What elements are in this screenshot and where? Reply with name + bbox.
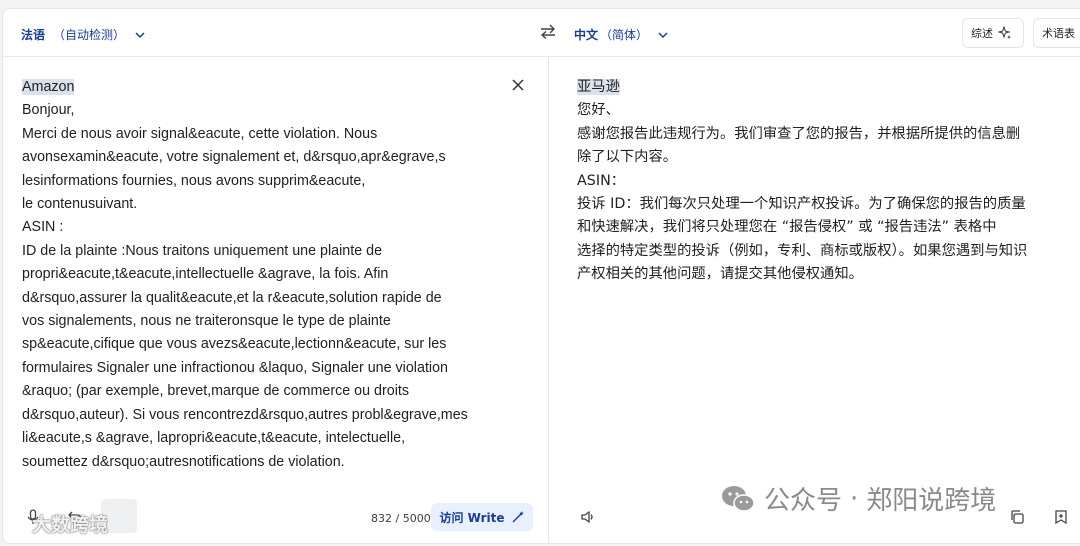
source-line: ID de la plainte :Nous traitons uniqueme… — [22, 242, 383, 259]
translation-line: 产权相关的其他问题，请提交其他侵权通知。 — [577, 266, 863, 283]
translation-text-area: 亚马逊 您好、 感谢您报告此违规行为。我们审查了您的报告，并根据所提供的信息删 … — [577, 76, 1077, 287]
chevron-down-icon — [658, 31, 668, 38]
watermark-left: 大数跨境 — [6, 510, 108, 537]
source-text-area[interactable]: Amazon Bonjour, Merci de nous avoir sign… — [22, 76, 522, 474]
glossary-button-label: 术语表 — [1042, 27, 1075, 40]
source-line: Amazon — [22, 79, 75, 95]
source-line: lesinformations fournies, nous avons sup… — [22, 172, 366, 189]
pane-divider — [548, 56, 549, 543]
translation-line: 亚马逊 — [577, 79, 620, 95]
source-language-selector[interactable]: 法语 （自动检测） — [21, 26, 145, 43]
source-line: soumettez d&rsquo;autresnotifications de… — [22, 453, 345, 470]
watermark-right-author: 郑阳说跨境 — [866, 486, 997, 516]
translation-line: 除了以下内容。 — [577, 149, 678, 166]
translation-line: 选择的特定类型的投诉（例如，专利、商标或版权）。如果您遇到与知识 — [577, 242, 1028, 259]
translation-line: 投诉 ID：我们每次只处理一个知识产权投诉。为了确保您的报告的质量 — [577, 196, 1026, 213]
character-count: 832 / 5000 — [371, 512, 431, 525]
translation-line: 感谢您报告此违规行为。我们审查了您的报告，并根据所提供的信息删 — [577, 125, 1021, 142]
source-line: ASIN : — [22, 219, 64, 236]
watermark-left-text: 大数跨境 — [32, 514, 109, 536]
source-line: Merci de nous avoir signal&eacute, cette… — [22, 125, 378, 142]
glossary-button[interactable]: 术语表 — [1033, 18, 1080, 48]
source-line: propri&eacute,t&eacute,intellectuelle &a… — [22, 266, 389, 283]
wechat-icon — [722, 485, 755, 512]
source-line: d&rsquo,assurer la qualit&eacute,et la r… — [22, 289, 442, 306]
target-language-selector[interactable]: 中文 （简体） — [574, 26, 668, 43]
source-line: &raquo; (par exemple, brevet,marque de c… — [22, 383, 409, 400]
source-line: formulaires Signaler une infractionou &l… — [22, 359, 448, 376]
logo-icon — [7, 514, 27, 533]
write-button-label: 访问 Write — [439, 510, 505, 525]
source-line: Bonjour, — [22, 102, 75, 119]
target-language-variant-label: （简体） — [600, 28, 649, 42]
watermark-right: 公众号 · 郑阳说跨境 — [720, 480, 996, 517]
translator-panel: 法语 （自动检测） 中文 （简体） 综述 术语表 Amazon Bonjour,… — [2, 8, 1080, 544]
source-line: le contenusuivant. — [22, 196, 138, 213]
watermark-right-channel: 公众号 — [764, 486, 843, 516]
target-language-label: 中文 — [574, 28, 599, 42]
language-bar: 法语 （自动检测） 中文 （简体） 综述 术语表 — [3, 9, 1080, 57]
clear-text-icon[interactable] — [511, 78, 525, 92]
source-line: vos signalements, nous ne traiteronsque … — [22, 313, 391, 330]
sparkle-icon — [998, 26, 1011, 39]
translation-line: 您好、 — [577, 102, 620, 119]
swap-languages-icon[interactable] — [539, 23, 557, 41]
source-line: sp&eacute,cifique que vous avezs&eacute,… — [22, 336, 447, 353]
copy-icon[interactable] — [1009, 509, 1025, 525]
translation-line: 和快速解决，我们将只处理您在 “报告侵权” 或 “报告违法” 表格中 — [577, 219, 997, 236]
watermark-right-separator: · — [850, 483, 859, 514]
source-line: li&eacute,s &agrave, lapropri&eacute,t&e… — [22, 430, 406, 447]
translation-line: ASIN： — [577, 172, 626, 189]
magic-pen-icon — [512, 511, 524, 523]
speaker-icon[interactable] — [580, 509, 596, 525]
chevron-down-icon — [135, 31, 145, 38]
bookmark-add-icon[interactable] — [1053, 509, 1069, 525]
write-button[interactable]: 访问 Write — [431, 503, 533, 531]
source-language-detect-label: （自动检测） — [53, 28, 126, 42]
source-language-label: 法语 — [21, 28, 46, 42]
source-line: avonsexamin&eacute, votre signalement et… — [22, 149, 446, 166]
summary-button-label: 综述 — [971, 27, 993, 40]
summary-button[interactable]: 综述 — [962, 18, 1024, 48]
source-line: d&rsquo,auteur). Si vous rencontrezd&rsq… — [22, 406, 468, 423]
